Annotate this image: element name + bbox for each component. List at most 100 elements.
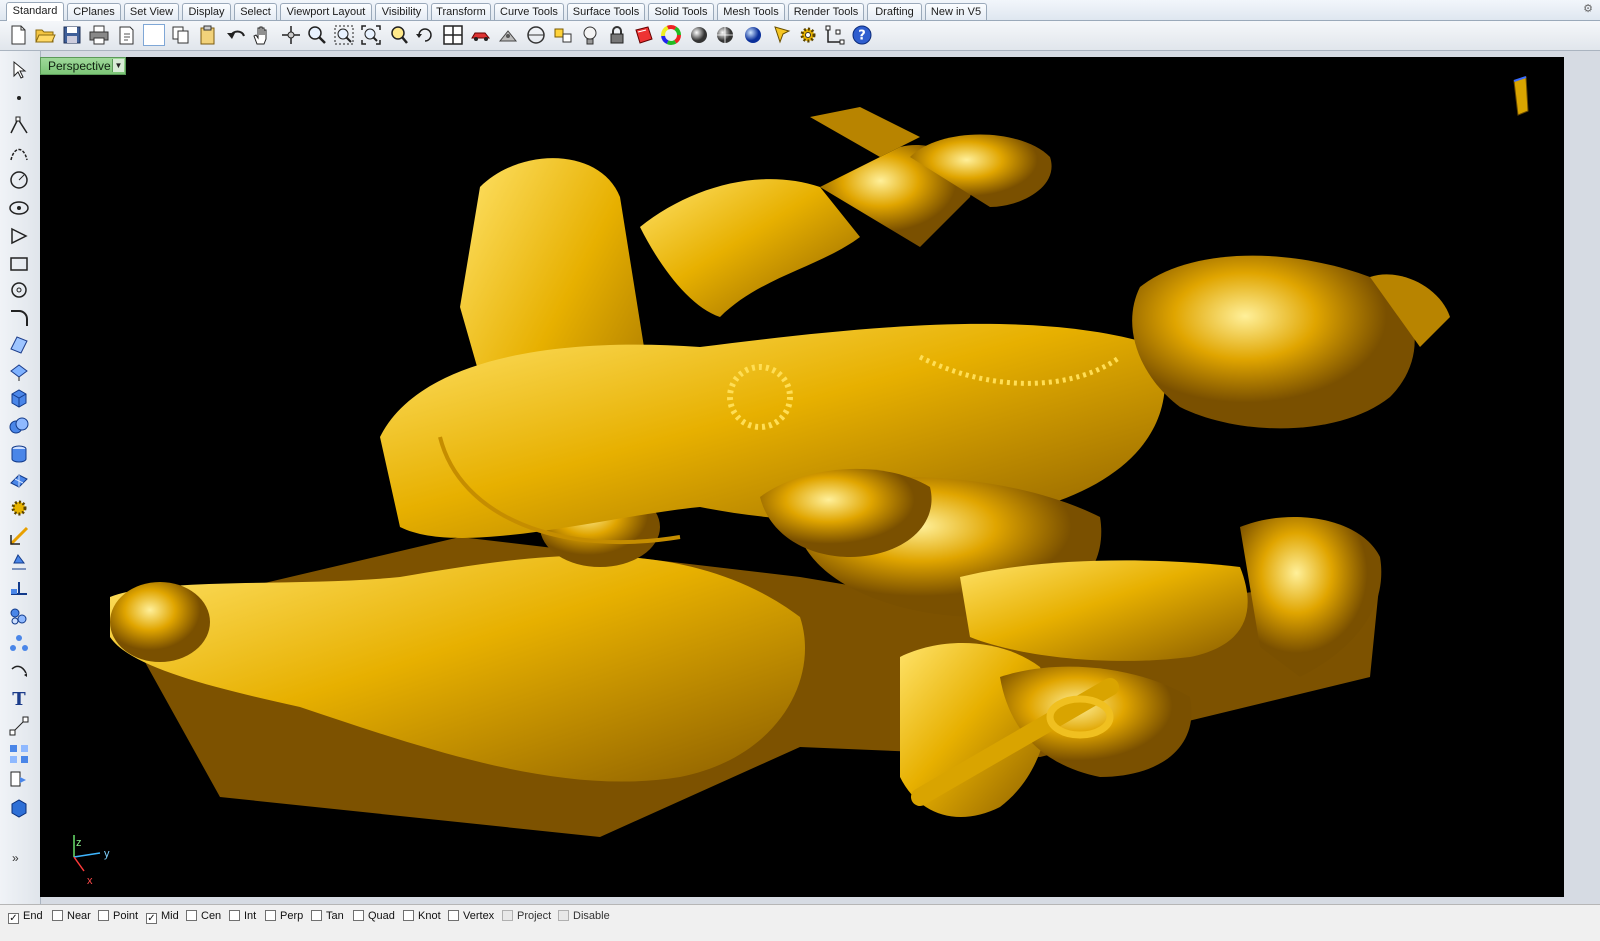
checkbox-icon[interactable] [311,910,322,921]
transform-icon[interactable] [8,551,30,573]
car-icon[interactable] [470,24,492,46]
checkbox-icon[interactable] [403,910,414,921]
copy-icon[interactable] [170,24,192,46]
surface-icon[interactable] [8,333,30,355]
save-icon[interactable] [61,24,83,46]
osnap-knot[interactable]: Knot [403,909,441,923]
render-sphere-icon[interactable] [742,24,764,46]
checkbox-icon[interactable] [448,910,459,921]
rotate-view-icon[interactable] [280,24,302,46]
align-icon[interactable] [8,605,30,627]
circle-icon[interactable] [8,169,30,191]
color-icon[interactable] [633,24,655,46]
osnap-perp[interactable]: Perp [265,909,303,923]
box-icon[interactable] [8,387,30,409]
array-icon[interactable] [8,633,30,655]
undo-icon[interactable] [225,24,247,46]
open-folder-icon[interactable] [34,24,56,46]
help-icon[interactable]: ? [851,24,873,46]
checkbox-icon[interactable]: ✓ [146,913,157,924]
tab-mesh-tools[interactable]: Mesh Tools [717,3,785,20]
zoom-window-icon[interactable] [333,24,355,46]
dimension-icon[interactable] [8,715,30,737]
gumball-icon[interactable] [497,24,519,46]
checkbox-icon[interactable] [186,910,197,921]
checkbox-icon[interactable]: ✓ [8,913,19,924]
checkbox-icon[interactable] [265,910,276,921]
import-icon[interactable] [116,24,138,46]
chevron-down-icon[interactable]: ▼ [112,59,124,72]
properties-icon[interactable] [772,24,794,46]
shade-icon[interactable] [688,24,710,46]
block-icon[interactable] [8,769,30,791]
text-icon[interactable]: T [8,687,30,709]
group-icon[interactable] [8,743,30,765]
osnap-disable[interactable]: Disable [558,909,610,923]
osnap-mid[interactable]: ✓ Mid [146,909,179,924]
mesh-icon[interactable] [8,469,30,491]
explode-gear-icon[interactable] [8,497,30,519]
checkbox-icon[interactable] [98,910,109,921]
tab-select[interactable]: Select [234,3,277,20]
tab-surface-tools[interactable]: Surface Tools [567,3,645,20]
osnap-tan[interactable]: Tan [311,909,344,923]
pan-hand-icon[interactable] [251,24,273,46]
new-file-icon[interactable] [7,24,29,46]
zoom-selected-icon[interactable] [388,24,410,46]
join-icon[interactable] [8,577,30,599]
paste-icon[interactable] [197,24,219,46]
perspective-viewport[interactable]: Perspective ▼ z y x [40,57,1564,897]
tab-curve-tools[interactable]: Curve Tools [494,3,564,20]
polyline-icon[interactable] [8,115,30,137]
tab-set-view[interactable]: Set View [124,3,179,20]
lock-icon[interactable] [606,24,628,46]
polygon-icon[interactable] [8,225,30,247]
extrude-icon[interactable] [8,361,30,383]
cylinder-icon[interactable] [8,443,30,465]
named-view-icon[interactable] [552,24,574,46]
arc-icon[interactable] [8,279,30,301]
rectangle-icon[interactable] [8,253,30,275]
color-wheel-icon[interactable] [660,24,682,46]
checkbox-icon[interactable] [353,910,364,921]
light-bulb-icon[interactable] [579,24,601,46]
tab-new-in-v5[interactable]: New in V5 [925,3,987,20]
blank-icon[interactable] [143,24,165,46]
tab-visibility[interactable]: Visibility [375,3,428,20]
osnap-near[interactable]: Near [52,909,91,923]
checkbox-icon[interactable] [52,910,63,921]
osnap-vertex[interactable]: Vertex [448,909,494,923]
checkbox-icon[interactable] [229,910,240,921]
fillet-icon[interactable] [8,307,30,329]
osnap-end[interactable]: ✓ End [8,909,43,924]
zoom-extents-icon[interactable] [360,24,382,46]
move-arrow-icon[interactable] [8,525,30,547]
options-gear-icon[interactable] [797,24,819,46]
tab-cplanes[interactable]: CPlanes [67,3,121,20]
tab-render-tools[interactable]: Render Tools [788,3,864,20]
tab-drafting[interactable]: Drafting [867,3,922,20]
snap-points-icon[interactable] [824,24,846,46]
checkbox-icon[interactable] [558,910,569,921]
more-chevron-icon[interactable]: » [12,851,19,865]
osnap-cen[interactable]: Cen [186,909,221,923]
gear-icon[interactable]: ⚙ [1582,3,1594,15]
cplane-icon[interactable] [525,24,547,46]
point-icon[interactable] [8,87,30,109]
undo-view-icon[interactable] [414,24,436,46]
osnap-int[interactable]: Int [229,909,256,923]
tab-transform[interactable]: Transform [431,3,491,20]
osnap-quad[interactable]: Quad [353,909,395,923]
tab-solid-tools[interactable]: Solid Tools [648,3,714,20]
boolean-icon[interactable] [8,415,30,437]
rotate-icon[interactable] [8,661,30,683]
zoom-dynamic-icon[interactable] [306,24,328,46]
tab-standard[interactable]: Standard [6,2,64,21]
select-arrow-icon[interactable] [8,59,30,81]
tab-viewport-layout[interactable]: Viewport Layout [280,3,372,20]
osnap-project[interactable]: Project [502,909,551,923]
solid-box-icon[interactable] [8,797,30,819]
osnap-point[interactable]: Point [98,909,138,923]
print-icon[interactable] [88,24,110,46]
ellipse-icon[interactable] [8,197,30,219]
